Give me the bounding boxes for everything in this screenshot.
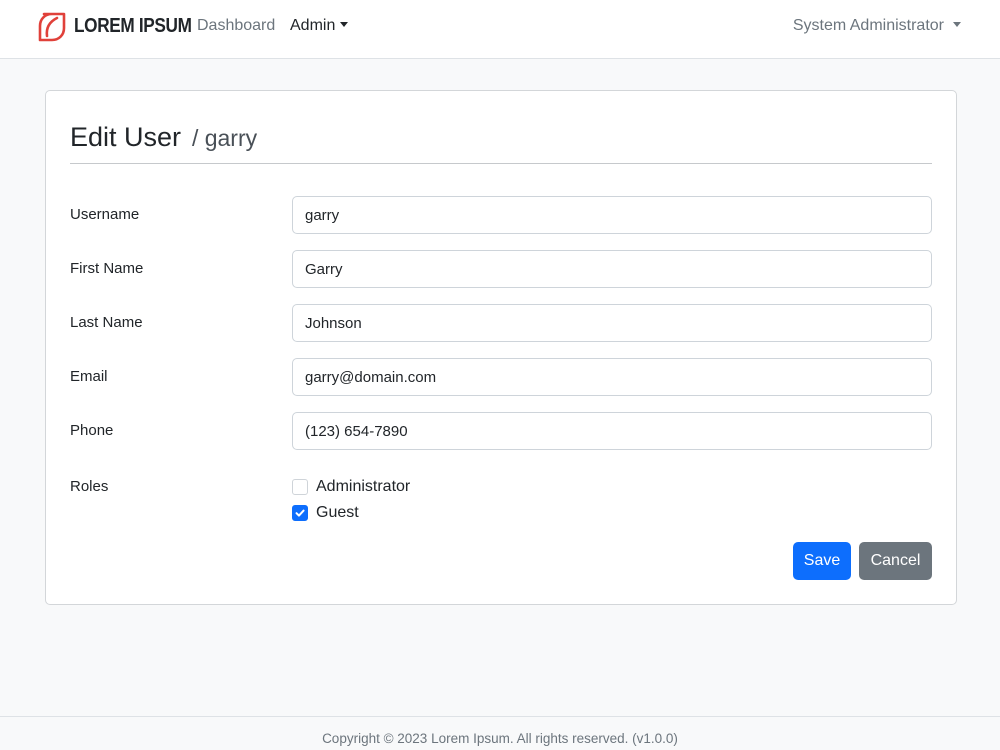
checkmark-icon — [295, 509, 305, 517]
user-menu-dropdown[interactable]: System Administrator — [793, 16, 961, 36]
username-input[interactable] — [292, 196, 932, 234]
phone-label: Phone — [70, 422, 114, 439]
roles-label: Roles — [70, 478, 109, 495]
page-title: Edit User / garry — [70, 117, 257, 154]
form-row-last-name: Last Name — [70, 304, 932, 342]
top-navbar: LOREM IPSUM Dashboard Admin System Admin… — [0, 0, 1000, 59]
cancel-button[interactable]: Cancel — [859, 542, 932, 580]
checkbox-checked[interactable] — [292, 505, 308, 521]
form-row-phone: Phone — [70, 412, 932, 450]
email-input[interactable] — [292, 358, 932, 396]
copyright-text: Copyright © 2023 Lorem Ipsum. All rights… — [322, 731, 678, 746]
brand-logo-link[interactable]: LOREM IPSUM — [36, 10, 211, 42]
save-button[interactable]: Save — [793, 542, 851, 580]
first-name-input[interactable] — [292, 250, 932, 288]
role-label-guest: Guest — [316, 504, 359, 521]
first-name-label: First Name — [70, 260, 144, 277]
page-title-main: Edit User — [70, 122, 182, 152]
leaf-logo-icon — [38, 12, 66, 42]
phone-input[interactable] — [292, 412, 932, 450]
form-row-email: Email — [70, 358, 932, 396]
last-name-input[interactable] — [292, 304, 932, 342]
form-row-first-name: First Name — [70, 250, 932, 288]
nav-link-dashboard-label: Dashboard — [197, 17, 276, 34]
brand-name: LOREM IPSUM — [74, 14, 192, 37]
role-checkbox-guest[interactable]: Guest — [292, 504, 359, 522]
role-label-administrator: Administrator — [316, 478, 411, 495]
edit-user-card: Edit User / garry Username First Name La… — [45, 90, 957, 605]
nav-link-dashboard[interactable]: Dashboard — [197, 16, 275, 36]
nav-dropdown-admin-label: Admin — [290, 17, 336, 34]
form-row-username: Username — [70, 196, 932, 234]
title-divider — [70, 163, 932, 164]
caret-down-icon — [953, 22, 961, 27]
caret-down-icon — [340, 22, 349, 27]
username-label: Username — [70, 206, 140, 223]
nav-dropdown-admin[interactable]: Admin — [290, 16, 349, 36]
page-footer: Copyright © 2023 Lorem Ipsum. All rights… — [0, 716, 1000, 750]
last-name-label: Last Name — [70, 314, 143, 331]
checkbox-unchecked[interactable] — [292, 479, 308, 495]
page-title-username: / garry — [191, 125, 258, 151]
email-label: Email — [70, 368, 108, 385]
user-menu-label: System Administrator — [792, 17, 944, 34]
role-checkbox-administrator[interactable]: Administrator — [292, 478, 410, 496]
